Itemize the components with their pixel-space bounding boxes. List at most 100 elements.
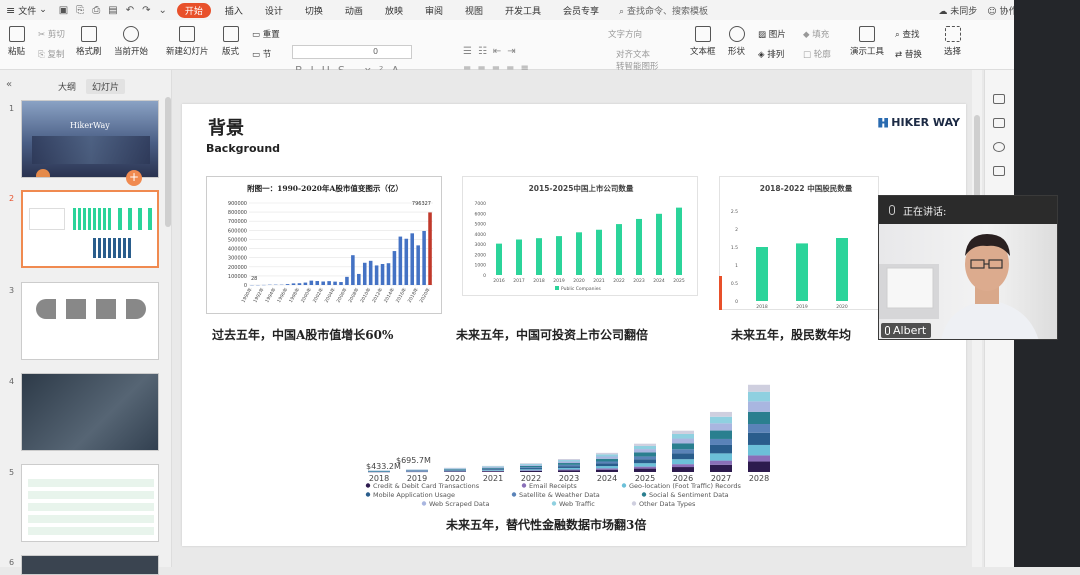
stacked-bar-segment: [748, 462, 770, 472]
format-painter-button[interactable]: 格式刷: [76, 26, 102, 57]
slide-thumbnail-3[interactable]: [21, 282, 159, 360]
redo-icon[interactable]: ↷: [142, 5, 150, 16]
tab-4[interactable]: 切换: [297, 3, 331, 18]
fill-label: 填充: [812, 30, 829, 40]
copy-label: 复制: [48, 50, 65, 60]
slide-thumbnail-6[interactable]: [21, 555, 159, 575]
shape-button[interactable]: 形状: [728, 26, 745, 57]
chart-alt-data-market[interactable]: 2018201920202021202220232024202520262027…: [354, 380, 814, 510]
textbox-button[interactable]: 文本框: [690, 26, 716, 57]
outline-label: 轮廓: [814, 50, 831, 60]
new-slide-button[interactable]: 新建幻灯片: [166, 26, 209, 57]
x-tick-label: 1992年: [252, 286, 266, 304]
speaker-video: Albert: [879, 224, 1058, 340]
slide-thumbnail-1[interactable]: HikerWay: [21, 100, 159, 178]
tab-5[interactable]: 动画: [337, 3, 371, 18]
thumb-title: HikerWay: [70, 121, 110, 130]
slide-thumbnail-5[interactable]: [21, 464, 159, 542]
tab-1[interactable]: 开始: [177, 3, 211, 18]
font-size-select[interactable]: 0: [292, 45, 412, 59]
play-current-button[interactable]: 当前开始: [114, 26, 148, 57]
x-tick-label: 2024: [597, 474, 617, 483]
file-menu[interactable]: ≡ 文件 ⌄: [0, 0, 53, 20]
add-slide-button[interactable]: +: [126, 170, 142, 186]
paragraph-list-buttons[interactable]: ☰☷⇤⇥: [463, 46, 522, 57]
stacked-bar-segment: [558, 468, 580, 470]
save-icon[interactable]: ▣: [59, 5, 68, 16]
stacked-bar-segment: [634, 449, 656, 452]
stacked-bar-segment: [596, 453, 618, 455]
bar: [369, 261, 373, 285]
slide-2[interactable]: 背景 Background HIKER WAY 附图一：1990-2020年A股…: [182, 104, 966, 546]
paste-button[interactable]: 粘贴: [8, 26, 25, 57]
stacked-bar-segment: [482, 469, 504, 470]
picture-label: 图片: [769, 30, 786, 40]
section-button[interactable]: ▭ 节: [252, 48, 271, 60]
fill-button[interactable]: ◆ 填充: [803, 28, 829, 40]
tab-slides[interactable]: 幻灯片: [86, 79, 125, 94]
cut-button[interactable]: ✂ 剪切: [38, 28, 65, 40]
stacked-bar-segment: [710, 417, 732, 424]
tab-8[interactable]: 视图: [457, 3, 491, 18]
collapse-pane-icon[interactable]: «: [6, 79, 12, 90]
y-tick-label: 4000: [475, 232, 487, 238]
stacked-bar-segment: [748, 385, 770, 392]
help-icon[interactable]: [993, 142, 1005, 152]
align-text-button[interactable]: 对齐文本: [616, 48, 650, 60]
more-icon[interactable]: ⌄: [158, 5, 166, 16]
slide-thumbnail-2[interactable]: [21, 190, 159, 268]
settings-icon[interactable]: [993, 166, 1005, 176]
video-call-panel[interactable]: 正在讲话: Albert: [878, 195, 1058, 340]
sliders-icon[interactable]: [993, 94, 1005, 104]
copy-icon[interactable]: [993, 118, 1005, 128]
text-direction-button[interactable]: 文字方向: [608, 28, 642, 40]
picture-button[interactable]: ▨ 图片: [758, 28, 786, 40]
x-tick-label: 2004年: [323, 286, 337, 304]
tab-7[interactable]: 审阅: [417, 3, 451, 18]
chart-investor-count[interactable]: 2018-2022 中国股民数量2.521.510.50201820192020: [719, 176, 879, 310]
stacked-bar-segment: [558, 465, 580, 466]
pane-scrollbar[interactable]: [165, 97, 171, 227]
chart-listed-companies[interactable]: 2015-2025中国上市公司数量70006000500040003000200…: [462, 176, 698, 296]
tab-outline[interactable]: 大纲: [52, 79, 82, 94]
arrange-button[interactable]: ◈ 排列: [758, 48, 784, 60]
bar: [315, 281, 319, 285]
replace-button[interactable]: ⇄ 替换: [895, 48, 922, 60]
export-icon[interactable]: ⎘: [76, 5, 84, 16]
chevron-down-icon: ⌄: [39, 5, 47, 15]
preview-icon[interactable]: ▤: [108, 5, 117, 16]
copy-button[interactable]: ⎘ 复制: [38, 48, 65, 60]
tab-2[interactable]: 插入: [217, 3, 251, 18]
print-icon[interactable]: ⎙: [92, 5, 100, 16]
layout-button[interactable]: 版式: [222, 26, 239, 57]
x-tick-label: 2008年: [346, 286, 360, 304]
play-icon[interactable]: [36, 169, 50, 178]
stacked-bar-segment: [444, 471, 466, 472]
undo-icon[interactable]: ↶: [126, 5, 134, 16]
ribbon-tabs: 开始插入设计切换动画放映审阅视图开发工具会员专享: [177, 3, 613, 18]
slide-thumbnail-4[interactable]: [21, 373, 159, 451]
demo-tools-button[interactable]: 演示工具: [850, 26, 884, 57]
cloud-icon: ☁: [938, 7, 947, 17]
select-button[interactable]: 选择: [944, 26, 961, 57]
data-label: $695.7M: [396, 456, 431, 465]
stacked-bar-segment: [520, 465, 542, 466]
tab-10[interactable]: 会员专享: [555, 3, 607, 18]
x-tick-label: 2020年: [418, 286, 432, 304]
tab-9[interactable]: 开发工具: [497, 3, 549, 18]
sync-button[interactable]: ☁ 未同步: [938, 4, 977, 17]
top-menu-bar: ≡ 文件 ⌄ ▣ ⎘ ⎙ ▤ ↶ ↷ ⌄ 开始插入设计切换动画放映审阅视图开发工…: [0, 0, 1030, 20]
search-command-label: 查找命令、搜索模板: [627, 7, 708, 17]
chart-title: 2018-2022 中国股民数量: [760, 183, 853, 193]
tab-3[interactable]: 设计: [257, 3, 291, 18]
outline-button[interactable]: □ 轮廓: [803, 48, 831, 60]
find-button[interactable]: ⌕ 查找: [895, 28, 919, 40]
x-tick-label: 2018: [533, 278, 545, 284]
tab-6[interactable]: 放映: [377, 3, 411, 18]
legend-swatch: [366, 483, 370, 487]
search-command[interactable]: ⌕ 查找命令、搜索模板: [619, 4, 708, 17]
chart-a-share-market-cap[interactable]: 附图一：1990-2020年A股市值变图示（亿）9000008000007000…: [206, 176, 442, 314]
bar: [636, 219, 642, 275]
reset-button[interactable]: ▭ 重置: [252, 28, 280, 40]
slide-title: 背景: [208, 114, 244, 140]
